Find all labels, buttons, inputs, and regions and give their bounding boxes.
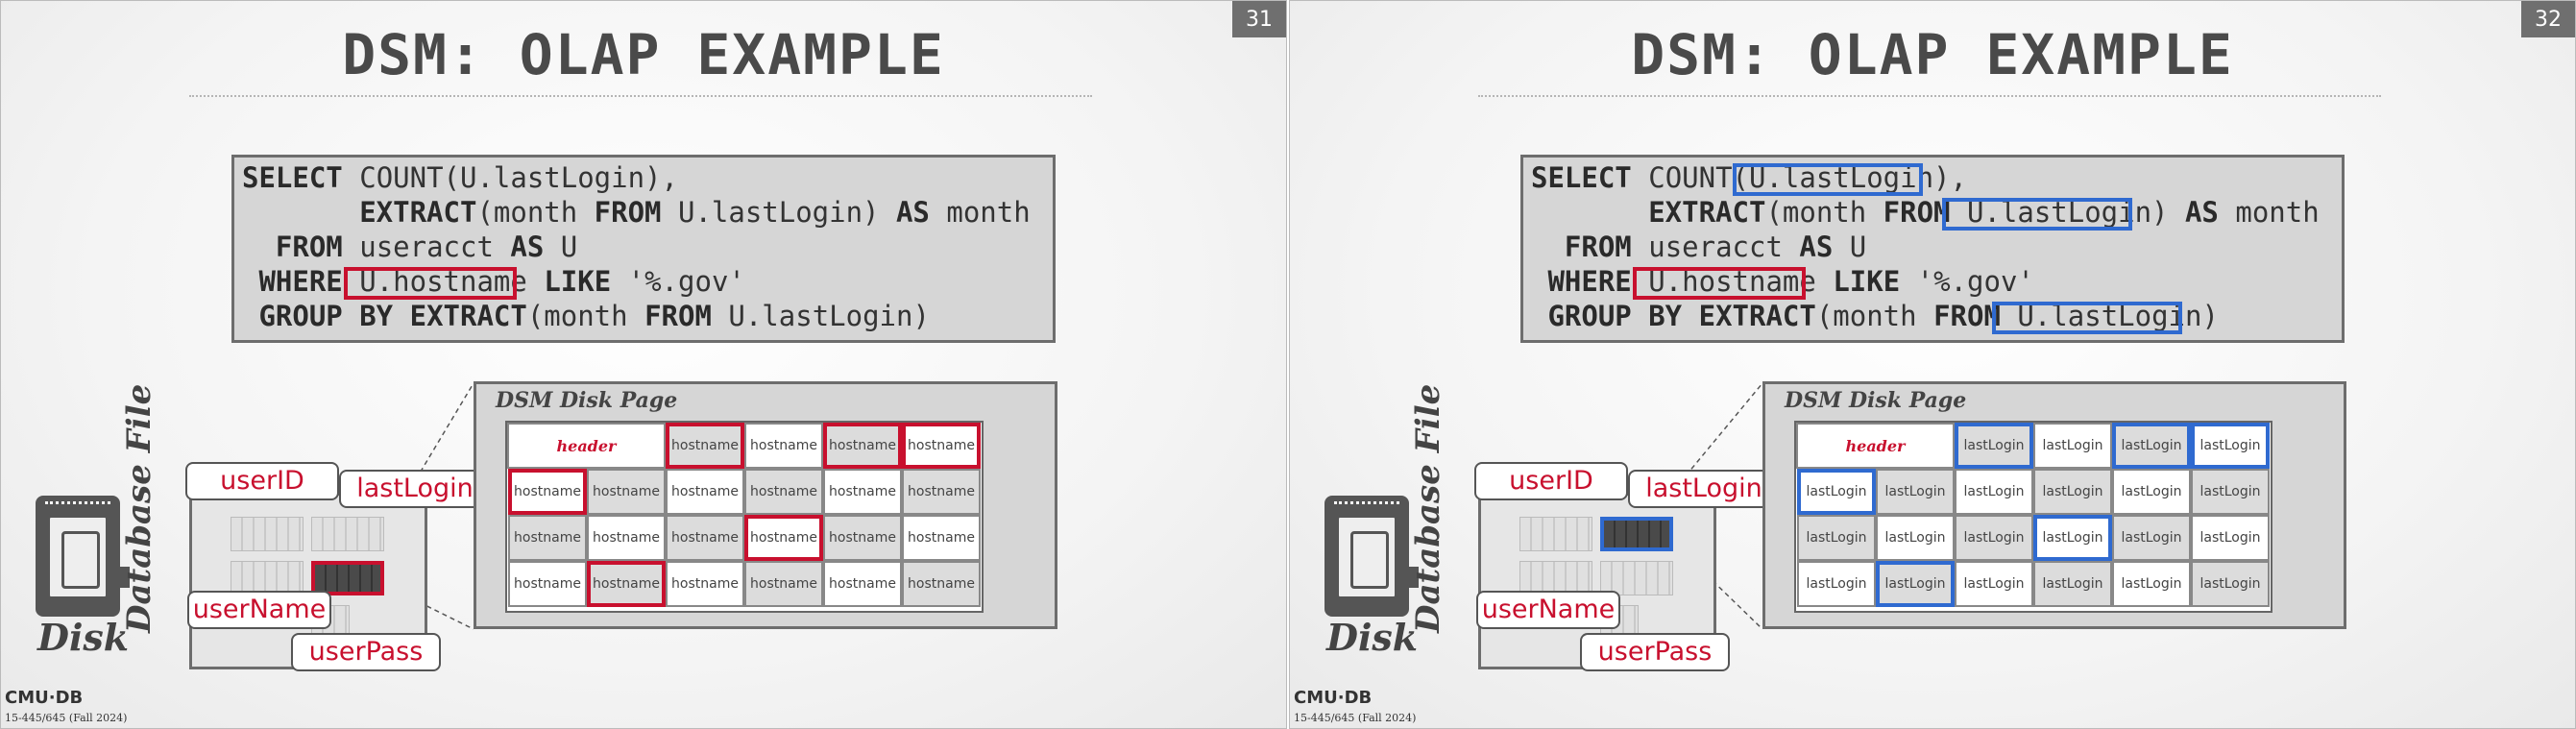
page-value-cell: hostname	[902, 561, 981, 607]
callout-userid: userID	[185, 462, 339, 500]
callout-userid: userID	[1474, 462, 1628, 500]
page-value-cell: lastLogin	[1797, 561, 1876, 607]
page-title: DSM Disk Page	[496, 388, 678, 413]
page-grid: header lastLogin lastLogin lastLogin lastLog…	[1794, 421, 2272, 613]
lastlogin-block	[311, 517, 384, 551]
page-value-cell: lastLogin	[1955, 515, 2033, 561]
page-value-cell: hostname	[587, 515, 666, 561]
page-value-cell: hostname	[823, 469, 902, 515]
page-value-cell: hostname	[823, 561, 902, 607]
page-value-cell: lastLogin	[2191, 469, 2270, 515]
page-value-cell: hostname	[744, 515, 823, 561]
page-value-cell: lastLogin	[1955, 561, 2033, 607]
page-value-cell: hostname	[902, 515, 981, 561]
database-file-label: Database File	[1409, 383, 1447, 633]
page-header-cell: header	[1796, 423, 1955, 469]
page-title: DSM Disk Page	[1785, 388, 1967, 413]
callout-lastlogin: lastLogin	[339, 470, 491, 508]
page-value-cell: hostname	[744, 561, 823, 607]
database-file-label: Database File	[120, 383, 158, 633]
page-value-cell: lastLogin	[2112, 469, 2191, 515]
page-grid: header hostname hostname hostname hostname ho…	[505, 421, 984, 613]
page-value-cell: hostname	[823, 515, 902, 561]
page-value-cell: lastLogin	[1955, 423, 2033, 469]
page-value-cell: lastLogin	[2112, 423, 2191, 469]
page-value-cell: lastLogin	[1876, 561, 1955, 607]
disk-icon	[36, 496, 130, 617]
page-value-cell: hostname	[587, 469, 666, 515]
page-value-cell: lastLogin	[1876, 469, 1955, 515]
page-value-cell: hostname	[666, 561, 744, 607]
page-value-cell: hostname	[508, 561, 587, 607]
page-value-cell: lastLogin	[2033, 469, 2112, 515]
callout-lastlogin: lastLogin	[1628, 470, 1780, 508]
callout-username: userName	[187, 591, 331, 629]
page-value-cell: hostname	[666, 469, 744, 515]
disk-label: Disk	[1326, 616, 1419, 659]
callout-username: userName	[1476, 591, 1620, 629]
page-value-cell: lastLogin	[2191, 423, 2270, 469]
dsm-disk-page: DSM Disk Page header hostname hostname host…	[474, 381, 1057, 629]
page-value-cell: lastLogin	[2191, 515, 2270, 561]
page-value-cell: lastLogin	[1955, 469, 2033, 515]
page-value-cell: hostname	[744, 469, 823, 515]
page-value-cell: hostname	[508, 515, 587, 561]
slide-32: 32 DSM: OLAP EXAMPLE SELECT COUNT(U.last…	[1289, 0, 2576, 729]
page-value-cell: lastLogin	[2112, 561, 2191, 607]
disk-icon	[1324, 496, 1419, 617]
cmu-db-logo: CMU·DB	[5, 688, 84, 708]
page-value-cell: lastLogin	[2033, 423, 2112, 469]
page-value-cell: lastLogin	[1797, 469, 1876, 515]
callout-userpass: userPass	[1580, 633, 1730, 671]
lastlogin-block	[1600, 517, 1673, 551]
cmu-db-logo: CMU·DB	[1294, 688, 1373, 708]
page-value-cell: hostname	[666, 515, 744, 561]
userid-block	[1519, 517, 1592, 551]
page-value-cell: lastLogin	[2112, 515, 2191, 561]
dsm-disk-page: DSM Disk Page header lastLogin lastLogin la…	[1762, 381, 2346, 629]
userid-block	[231, 517, 304, 551]
page-value-cell: lastLogin	[2033, 561, 2112, 607]
callout-userpass: userPass	[291, 633, 441, 671]
page-value-cell: hostname	[508, 469, 587, 515]
course-label: 15-445/645 (Fall 2024)	[5, 712, 128, 724]
page-value-cell: hostname	[902, 469, 981, 515]
page-value-cell: lastLogin	[2033, 515, 2112, 561]
page-value-cell: hostname	[823, 423, 902, 469]
page-value-cell: lastLogin	[2191, 561, 2270, 607]
slide-31: 31 DSM: OLAP EXAMPLE SELECT COUNT(U.last…	[0, 0, 1287, 729]
page-value-cell: hostname	[666, 423, 744, 469]
page-value-cell: hostname	[587, 561, 666, 607]
disk-label: Disk	[37, 616, 130, 659]
page-value-cell: hostname	[902, 423, 981, 469]
course-label: 15-445/645 (Fall 2024)	[1294, 712, 1417, 724]
page-value-cell: hostname	[744, 423, 823, 469]
page-value-cell: lastLogin	[1876, 515, 1955, 561]
page-header-cell: header	[507, 423, 666, 469]
page-value-cell: lastLogin	[1797, 515, 1876, 561]
